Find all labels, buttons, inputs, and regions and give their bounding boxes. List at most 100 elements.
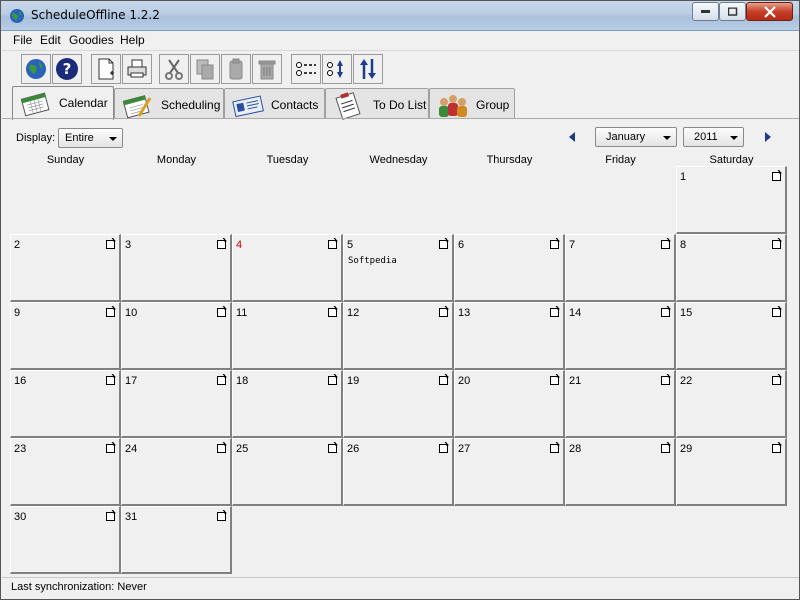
add-note-icon[interactable]	[106, 510, 116, 521]
add-note-icon[interactable]	[217, 374, 227, 385]
day-cell[interactable]: 3	[121, 234, 232, 302]
day-number: 6	[458, 239, 465, 251]
day-cell[interactable]: 6	[454, 234, 565, 302]
day-cell[interactable]: 27	[454, 438, 565, 506]
day-cell[interactable]: 11	[232, 302, 343, 370]
tab-group[interactable]: Group	[429, 88, 515, 119]
add-note-icon[interactable]	[772, 306, 782, 317]
tab-bar: Calendar Scheduling Contacts To Do List	[2, 86, 799, 120]
add-note-icon[interactable]	[328, 238, 338, 249]
add-note-icon[interactable]	[217, 306, 227, 317]
day-cell[interactable]: 9	[10, 302, 121, 370]
copy-button[interactable]	[190, 54, 220, 84]
help-button[interactable]: ?	[52, 54, 82, 84]
month-select[interactable]: January	[595, 127, 677, 147]
sort-button[interactable]	[322, 54, 352, 84]
add-note-icon[interactable]	[328, 374, 338, 385]
list-button[interactable]	[291, 54, 321, 84]
day-cell[interactable]: 22	[676, 370, 787, 438]
tab-calendar[interactable]: Calendar	[12, 86, 114, 120]
day-cell[interactable]: 25	[232, 438, 343, 506]
add-note-icon[interactable]	[661, 374, 671, 385]
add-note-icon[interactable]	[106, 374, 116, 385]
day-number: 22	[680, 375, 693, 387]
add-note-icon[interactable]	[661, 442, 671, 453]
delete-button[interactable]	[252, 54, 282, 84]
add-note-icon[interactable]	[772, 442, 782, 453]
add-note-icon[interactable]	[106, 442, 116, 453]
day-cell[interactable]: 18	[232, 370, 343, 438]
menu-help[interactable]: Help	[120, 33, 145, 47]
next-month-arrow-icon[interactable]	[765, 132, 771, 142]
day-cell[interactable]: 13	[454, 302, 565, 370]
add-note-icon[interactable]	[772, 170, 782, 181]
tab-todo-list[interactable]: To Do List	[325, 88, 429, 120]
add-note-icon[interactable]	[439, 306, 449, 317]
add-note-icon[interactable]	[772, 374, 782, 385]
day-cell[interactable]: 24	[121, 438, 232, 506]
add-note-icon[interactable]	[217, 238, 227, 249]
day-cell[interactable]: 28	[565, 438, 676, 506]
day-cell[interactable]: 26	[343, 438, 454, 506]
day-cell[interactable]: 16	[10, 370, 121, 438]
add-note-icon[interactable]	[439, 238, 449, 249]
add-note-icon[interactable]	[550, 306, 560, 317]
add-note-icon[interactable]	[550, 374, 560, 385]
menu-goodies[interactable]: Goodies	[69, 33, 114, 47]
day-cell[interactable]: 4	[232, 234, 343, 302]
close-button[interactable]	[746, 2, 793, 21]
add-note-icon[interactable]	[550, 238, 560, 249]
day-cell[interactable]: 23	[10, 438, 121, 506]
day-cell[interactable]: 12	[343, 302, 454, 370]
add-note-icon[interactable]	[106, 238, 116, 249]
sync-button[interactable]	[21, 54, 51, 84]
add-note-icon[interactable]	[217, 510, 227, 521]
title-bar[interactable]: ScheduleOffline 1.2.2	[1, 1, 799, 31]
day-cell[interactable]: 31	[121, 506, 232, 574]
day-cell[interactable]: 5 Softpedia	[343, 234, 454, 302]
day-cell[interactable]: 10	[121, 302, 232, 370]
add-note-icon[interactable]	[328, 442, 338, 453]
previous-month-arrow-icon[interactable]	[569, 132, 575, 142]
day-cell[interactable]: 1	[676, 166, 787, 234]
day-cell[interactable]: 8	[676, 234, 787, 302]
day-cell[interactable]: 19	[343, 370, 454, 438]
add-note-icon[interactable]	[439, 374, 449, 385]
day-cell[interactable]: 14	[565, 302, 676, 370]
minimize-button[interactable]	[692, 2, 719, 21]
day-cell[interactable]: 7	[565, 234, 676, 302]
add-note-icon[interactable]	[217, 442, 227, 453]
display-select[interactable]: Entire	[58, 128, 123, 148]
day-cell[interactable]: 15	[676, 302, 787, 370]
menu-file[interactable]: File	[13, 33, 32, 47]
month-select-value: January	[606, 131, 646, 143]
day-number: 21	[569, 375, 582, 387]
tab-contacts[interactable]: Contacts	[224, 88, 325, 119]
reorder-button[interactable]	[353, 54, 383, 84]
add-note-icon[interactable]	[550, 442, 560, 453]
add-note-icon[interactable]	[661, 238, 671, 249]
paste-button[interactable]	[221, 54, 251, 84]
add-note-icon[interactable]	[661, 306, 671, 317]
add-note-icon[interactable]	[772, 238, 782, 249]
add-note-icon[interactable]	[439, 442, 449, 453]
print-button[interactable]	[122, 54, 152, 84]
menu-edit[interactable]: Edit	[40, 33, 61, 47]
copy-icon	[196, 59, 214, 80]
add-note-icon[interactable]	[106, 306, 116, 317]
event-entry[interactable]: Softpedia	[348, 256, 397, 266]
tab-scheduling[interactable]: Scheduling	[114, 88, 224, 119]
day-cell[interactable]: 29	[676, 438, 787, 506]
add-note-icon[interactable]	[328, 306, 338, 317]
cut-button[interactable]	[159, 54, 189, 84]
day-cell[interactable]: 20	[454, 370, 565, 438]
paste-icon	[229, 58, 243, 80]
year-select[interactable]: 2011	[683, 127, 744, 147]
maximize-button[interactable]	[719, 2, 746, 21]
day-cell[interactable]: 17	[121, 370, 232, 438]
day-cell[interactable]: 30	[10, 506, 121, 574]
day-cell[interactable]: 21	[565, 370, 676, 438]
day-cell[interactable]: 2	[10, 234, 121, 302]
reorder-icon	[360, 59, 376, 79]
new-button[interactable]	[91, 54, 121, 84]
